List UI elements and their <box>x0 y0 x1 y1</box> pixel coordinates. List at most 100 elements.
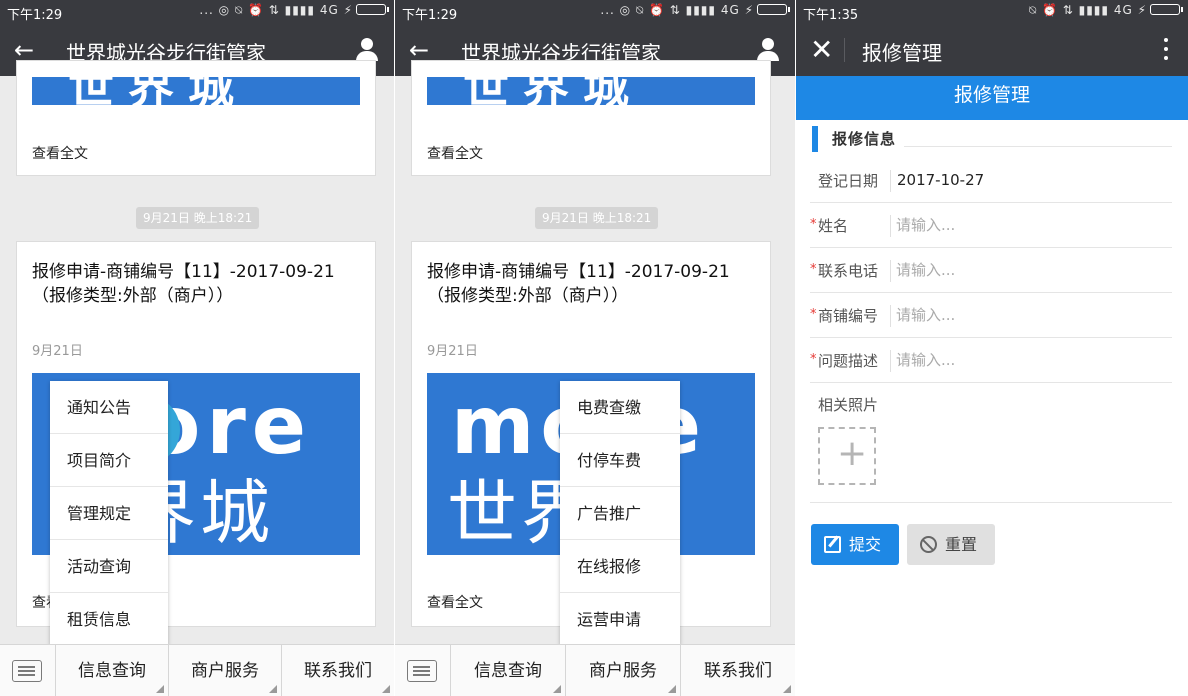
menu-merchant-service[interactable]: 商户服务 <box>169 645 282 696</box>
problem-description-row: * 问题描述 <box>810 338 1172 383</box>
register-date-value: 2017-10-27 <box>897 171 985 189</box>
status-time: 下午1:29 <box>7 8 63 23</box>
close-icon[interactable]: ✕ <box>810 33 833 66</box>
submit-button[interactable]: 提交 <box>811 524 899 565</box>
required-mark: * <box>810 217 817 232</box>
chat-screen-service-menu: 下午1:29 ... ◎ ⍉ ⏰ ⇅ ▮▮▮▮ 4G ⚡ ← 世界城光谷步行街管… <box>395 0 795 696</box>
popup-item-operation-request[interactable]: 运营申请 <box>560 593 680 646</box>
read-all-link[interactable]: 查看全文 <box>32 143 88 163</box>
user-profile-icon[interactable] <box>356 38 378 62</box>
field-separator <box>890 350 891 372</box>
submenu-corner-icon <box>269 685 277 693</box>
shop-number-input[interactable] <box>896 302 1156 328</box>
field-separator <box>890 260 891 282</box>
battery-icon <box>356 4 389 15</box>
keyboard-toggle-button[interactable] <box>395 645 451 696</box>
ban-icon <box>920 536 937 553</box>
field-label: 姓名 <box>818 217 849 235</box>
section-header: 报修信息 <box>812 126 1172 152</box>
status-icons-text: ... ◎ ⍉ ⏰ ⇅ ▮▮▮▮ 4G ⚡ <box>199 3 353 17</box>
battery-icon <box>1150 4 1183 15</box>
submenu-corner-icon <box>668 685 676 693</box>
field-label: 登记日期 <box>818 172 879 190</box>
article-banner-image: 世界城 <box>32 77 360 105</box>
title-bar: ✕ 报修管理 <box>796 24 1188 76</box>
menu-label: 联系我们 <box>704 661 772 681</box>
register-date-row: 登记日期 2017-10-27 <box>810 158 1172 203</box>
popup-menu-service: 电费查缴 付停车费 广告推广 在线报修 运营申请 <box>560 381 680 646</box>
section-title: 报修信息 <box>832 130 897 148</box>
problem-description-input[interactable] <box>896 347 1156 373</box>
status-icons: ... ◎ ⍉ ⏰ ⇅ ▮▮▮▮ 4G ⚡ <box>199 3 389 18</box>
more-menu-icon[interactable] <box>1164 38 1170 62</box>
status-bar: 下午1:35 ⍉ ⏰ ⇅ ▮▮▮▮ 4G ⚡ <box>796 0 1188 24</box>
banner-text: 世界城 <box>463 77 643 105</box>
popup-item-online-repair[interactable]: 在线报修 <box>560 540 680 593</box>
menu-label: 商户服务 <box>589 661 657 681</box>
name-row: * 姓名 <box>810 203 1172 248</box>
status-icons-text: ⍉ ⏰ ⇅ ▮▮▮▮ 4G ⚡ <box>1028 3 1147 17</box>
status-icons-text: ... ◎ ⍉ ⏰ ⇅ ▮▮▮▮ 4G ⚡ <box>600 3 754 17</box>
read-all-link[interactable]: 查看全文 <box>427 592 483 612</box>
repair-form-screen: 下午1:35 ⍉ ⏰ ⇅ ▮▮▮▮ 4G ⚡ ✕ 报修管理 报修管理 报修信息 … <box>796 0 1188 696</box>
menu-merchant-service[interactable]: 商户服务 <box>566 645 681 696</box>
article-date: 9月21日 <box>32 344 83 359</box>
battery-icon <box>757 4 790 15</box>
bottom-menu-bar: 信息查询 商户服务 联系我们 <box>0 644 394 696</box>
required-mark: * <box>810 262 817 277</box>
popup-item-leasing[interactable]: 租赁信息 <box>50 593 168 646</box>
section-divider <box>904 146 1172 147</box>
popup-item-activities[interactable]: 活动查询 <box>50 540 168 593</box>
status-bar: 下午1:29 ... ◎ ⍉ ⏰ ⇅ ▮▮▮▮ 4G ⚡ <box>0 0 394 24</box>
popup-item-notice[interactable]: 通知公告 <box>50 381 168 434</box>
keyboard-icon <box>12 660 42 682</box>
read-all-link[interactable]: 查看全文 <box>427 143 483 163</box>
status-bar: 下午1:29 ... ◎ ⍉ ⏰ ⇅ ▮▮▮▮ 4G ⚡ <box>395 0 795 24</box>
popup-item-advertising[interactable]: 广告推广 <box>560 487 680 540</box>
menu-contact-us[interactable]: 联系我们 <box>681 645 795 696</box>
shop-number-row: * 商铺编号 <box>810 293 1172 338</box>
reset-button[interactable]: 重置 <box>907 524 995 565</box>
popup-item-electricity-bill[interactable]: 电费查缴 <box>560 381 680 434</box>
edit-icon <box>824 536 841 553</box>
field-label: 商铺编号 <box>818 307 879 325</box>
keyboard-toggle-button[interactable] <box>0 645 56 696</box>
menu-label: 商户服务 <box>191 661 259 681</box>
photos-label: 相关照片 <box>818 396 879 414</box>
article-card-previous[interactable]: 世界城 查看全文 <box>411 60 771 176</box>
submenu-corner-icon <box>156 685 164 693</box>
status-time: 下午1:35 <box>803 8 859 23</box>
status-time: 下午1:29 <box>402 8 458 23</box>
chat-timestamp: 9月21日 晚上18:21 <box>535 207 659 229</box>
menu-label: 信息查询 <box>474 661 542 681</box>
phone-input[interactable] <box>896 257 1156 283</box>
plus-icon: + <box>837 433 868 474</box>
field-label: 联系电话 <box>818 262 879 280</box>
bottom-menu-bar: 信息查询 商户服务 联系我们 <box>395 644 795 696</box>
article-title: 报修申请-商铺编号【11】-2017-09-21（报修类型:外部（商户）） <box>427 262 730 306</box>
section-accent-bar <box>812 126 818 152</box>
popup-item-project-intro[interactable]: 项目简介 <box>50 434 168 487</box>
menu-contact-us[interactable]: 联系我们 <box>282 645 394 696</box>
name-input[interactable] <box>896 212 1156 238</box>
add-photo-button[interactable]: + <box>818 427 876 485</box>
page-title: 报修管理 <box>862 41 942 65</box>
popup-menu-info: 通知公告 项目简介 管理规定 活动查询 租赁信息 <box>50 381 168 646</box>
article-date: 9月21日 <box>427 344 478 359</box>
submenu-corner-icon <box>783 685 791 693</box>
keyboard-icon <box>407 660 437 682</box>
chat-screen-info-menu: 下午1:29 ... ◎ ⍉ ⏰ ⇅ ▮▮▮▮ 4G ⚡ ← 世界城光谷步行街管… <box>0 0 394 696</box>
popup-item-parking-fee[interactable]: 付停车费 <box>560 434 680 487</box>
required-mark: * <box>810 352 817 367</box>
article-card-previous[interactable]: 世界城 查看全文 <box>16 60 376 176</box>
submenu-corner-icon <box>382 685 390 693</box>
submit-label: 提交 <box>849 535 882 554</box>
menu-info-query[interactable]: 信息查询 <box>56 645 169 696</box>
submenu-corner-icon <box>553 685 561 693</box>
popup-item-rules[interactable]: 管理规定 <box>50 487 168 540</box>
field-separator <box>890 215 891 237</box>
field-label: 问题描述 <box>818 352 879 370</box>
menu-info-query[interactable]: 信息查询 <box>451 645 566 696</box>
field-separator <box>890 305 891 327</box>
user-profile-icon[interactable] <box>757 38 779 62</box>
